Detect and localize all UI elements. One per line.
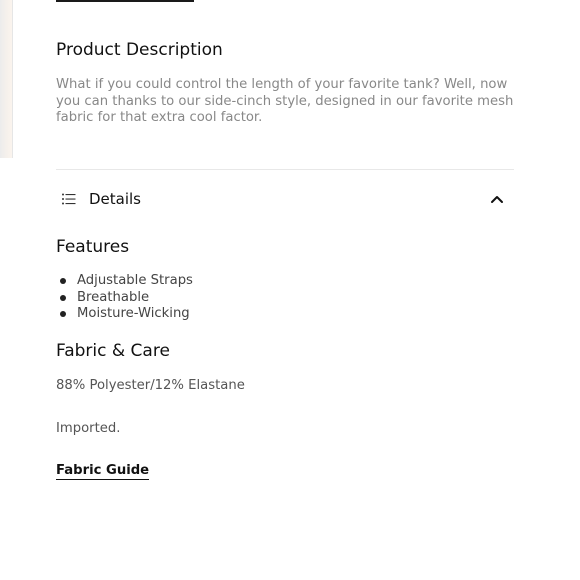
active-tab-underline (56, 0, 194, 2)
fabric-guide-link[interactable]: Fabric Guide (56, 463, 150, 480)
divider (56, 169, 514, 170)
details-accordion-header[interactable]: Details (56, 185, 504, 213)
list-icon (62, 193, 76, 205)
product-description-text: What if you could control the length of … (56, 77, 514, 126)
product-description-title: Product Description (56, 40, 223, 60)
bullet (60, 278, 66, 284)
bullet (60, 294, 66, 301)
features-list: Adjustable Straps Breathable Moisture-Wi… (56, 273, 193, 323)
list-item: Breathable (56, 290, 193, 307)
feature-text: Moisture-Wicking (77, 306, 190, 322)
details-label: Details (89, 190, 142, 208)
product-page: Product Description What if you could co… (0, 0, 580, 580)
feature-text: Breathable (77, 289, 150, 305)
list-item: Adjustable Straps (56, 273, 193, 290)
features-title: Features (56, 237, 130, 257)
feature-text: Adjustable Straps (77, 273, 193, 288)
chevron-up-icon[interactable] (490, 192, 504, 206)
list-item: Moisture-Wicking (56, 306, 193, 323)
fabric-care-title: Fabric & Care (56, 341, 170, 361)
bullet (60, 311, 66, 318)
fabric-composition: 88% Polyester/12% Elastane (56, 378, 245, 393)
product-image-edge[interactable] (0, 0, 13, 158)
origin-text: Imported. (56, 421, 121, 436)
